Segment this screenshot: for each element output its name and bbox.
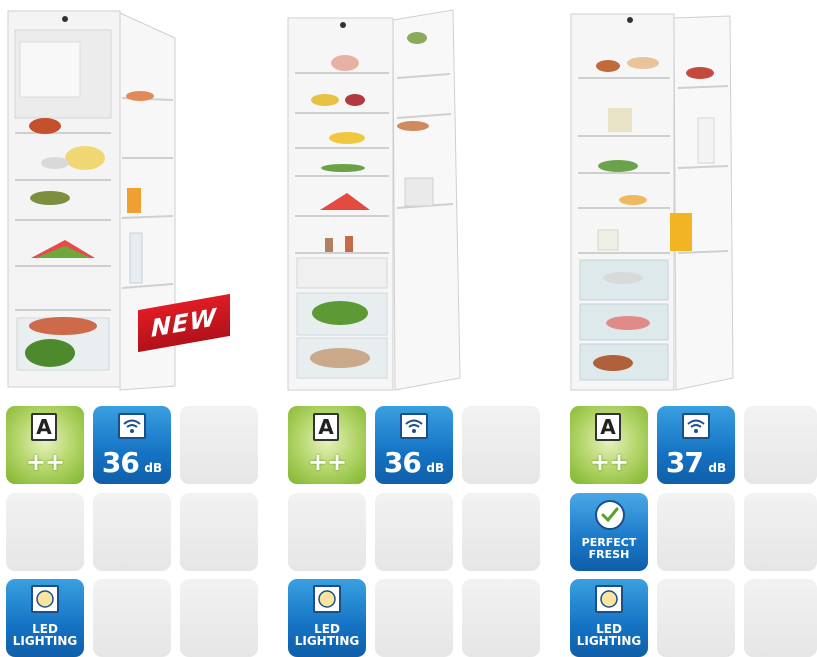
empty-tile <box>657 579 735 657</box>
energy-class-letter: A <box>313 413 339 441</box>
empty-tile <box>180 406 258 484</box>
perfect-fresh-tile: PERFECT FRESH <box>570 493 648 571</box>
empty-tile <box>657 493 735 571</box>
empty-tile <box>375 493 453 571</box>
wifi-icon <box>400 413 428 439</box>
empty-tile <box>462 406 540 484</box>
led-label-line-2: LIGHTING <box>12 634 78 648</box>
energy-class-plus: ++ <box>307 448 347 476</box>
empty-tile <box>744 579 817 657</box>
empty-tile <box>93 579 171 657</box>
empty-tile <box>744 493 817 571</box>
perfect-fresh-line-2: FRESH <box>588 548 630 561</box>
wifi-icon <box>118 413 146 439</box>
empty-tile <box>462 493 540 571</box>
empty-tile <box>180 579 258 657</box>
noise-value: 36 <box>101 446 140 479</box>
noise-value: 37 <box>665 446 704 479</box>
noise-unit: dB <box>708 461 727 475</box>
noise-unit: dB <box>426 461 445 475</box>
energy-class-tile: A ++ <box>288 406 366 484</box>
noise-level-tile: 36 dB <box>375 406 453 484</box>
noise-level-tile: 37 dB <box>657 406 735 484</box>
energy-class-plus: ++ <box>589 448 629 476</box>
empty-tile <box>744 406 817 484</box>
noise-value: 36 <box>383 446 422 479</box>
lightbulb-icon <box>595 585 623 613</box>
energy-class-tile: A ++ <box>570 406 648 484</box>
empty-tile <box>6 493 84 571</box>
led-lighting-tile: LED LIGHTING <box>288 579 366 657</box>
noise-level-tile: 36 dB <box>93 406 171 484</box>
empty-tile <box>180 493 258 571</box>
noise-unit: dB <box>144 461 163 475</box>
fridge-image-3 <box>570 13 734 391</box>
empty-tile <box>375 579 453 657</box>
led-label-line-2: LIGHTING <box>294 634 360 648</box>
empty-tile <box>93 493 171 571</box>
energy-class-tile: A ++ <box>6 406 84 484</box>
energy-class-letter: A <box>31 413 57 441</box>
lightbulb-icon <box>313 585 341 613</box>
led-lighting-tile: LED LIGHTING <box>6 579 84 657</box>
empty-tile <box>288 493 366 571</box>
energy-class-letter: A <box>595 413 621 441</box>
led-label-line-2: LIGHTING <box>576 634 642 648</box>
checkmark-icon <box>595 500 625 530</box>
empty-tile <box>462 579 540 657</box>
fridge-image-2 <box>287 9 461 391</box>
wifi-icon <box>682 413 710 439</box>
energy-class-plus: ++ <box>25 448 65 476</box>
led-lighting-tile: LED LIGHTING <box>570 579 648 657</box>
lightbulb-icon <box>31 585 59 613</box>
